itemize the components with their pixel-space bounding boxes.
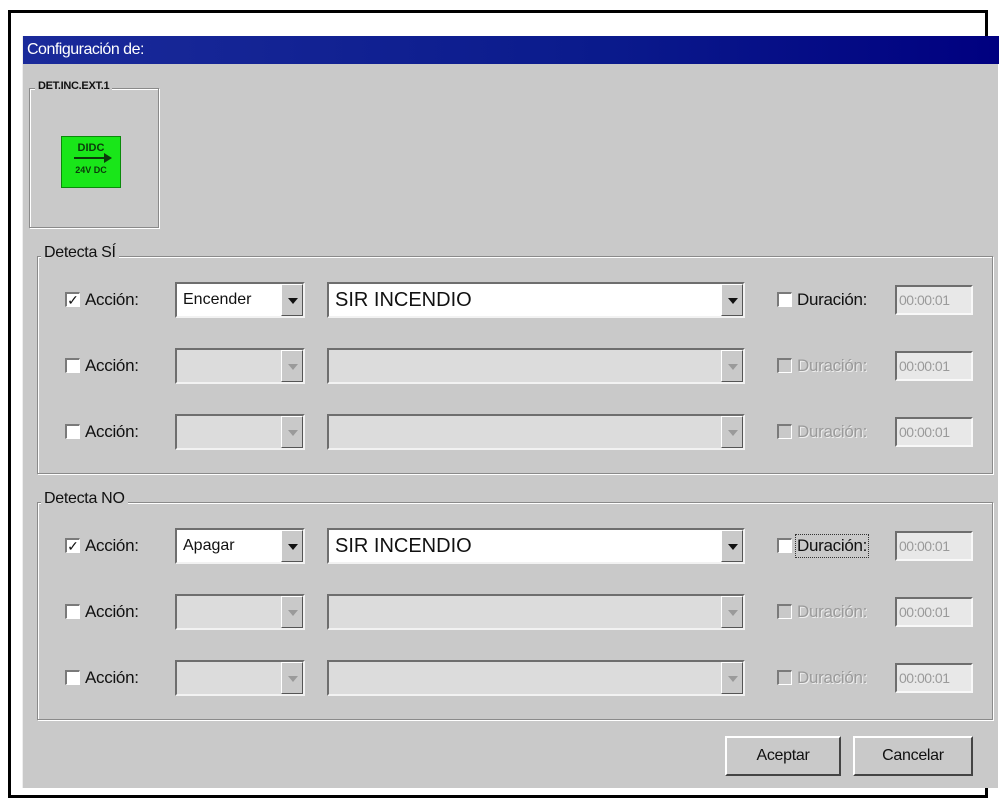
duracion-input[interactable]: 00:00:01 <box>895 597 973 627</box>
action-enable-checkbox[interactable]: ✓ <box>65 292 80 307</box>
duracion-label: Duración: <box>797 668 868 687</box>
action-type-select[interactable] <box>175 660 305 696</box>
chevron-down-icon <box>288 430 298 436</box>
action-type-dropdown-button[interactable] <box>281 284 303 316</box>
dialog-title: Configuración de: <box>23 36 999 64</box>
chevron-down-icon <box>288 610 298 616</box>
device-group-label: DET.INC.EXT.1 <box>35 80 113 92</box>
action-type-value: Encender <box>183 291 252 308</box>
action-type-select[interactable] <box>175 348 305 384</box>
action-type-select[interactable]: Apagar <box>175 528 305 564</box>
chevron-down-icon <box>288 364 298 370</box>
duracion-checkbox[interactable] <box>777 670 792 685</box>
action-target-select[interactable] <box>327 594 745 630</box>
action-type-dropdown-button[interactable] <box>281 530 303 562</box>
duracion-input[interactable]: 00:00:01 <box>895 351 973 381</box>
device-icon-bottom-label: 24V DC <box>75 165 107 175</box>
action-label: Acción: <box>85 536 139 555</box>
duracion-checkbox[interactable] <box>777 424 792 439</box>
duracion-label: Duración: <box>797 356 868 375</box>
chevron-down-icon <box>728 610 738 616</box>
duracion-checkbox[interactable] <box>777 292 792 307</box>
chevron-down-icon <box>288 298 298 304</box>
duracion-label: Duración: <box>797 422 868 441</box>
action-target-dropdown-button[interactable] <box>721 596 743 628</box>
duracion-input[interactable]: 00:00:01 <box>895 285 973 315</box>
action-enable-checkbox[interactable] <box>65 604 80 619</box>
detecta-no-legend: Detecta NO <box>41 490 128 508</box>
action-type-dropdown-button[interactable] <box>281 416 303 448</box>
action-target-dropdown-button[interactable] <box>721 284 743 316</box>
action-enable-checkbox[interactable] <box>65 424 80 439</box>
duracion-checkbox[interactable] <box>777 604 792 619</box>
device-arrowhead-icon <box>104 153 112 163</box>
action-target-select[interactable] <box>327 414 745 450</box>
action-label: Acción: <box>85 602 139 621</box>
action-target-dropdown-button[interactable] <box>721 530 743 562</box>
detecta-no-action-row: Acción: Duración: 00:00:01 <box>23 660 999 700</box>
action-target-select[interactable] <box>327 660 745 696</box>
action-target-value: SIR INCENDIO <box>335 289 472 311</box>
cancel-button[interactable]: Cancelar <box>853 736 973 776</box>
action-label: Acción: <box>85 356 139 375</box>
device-arrow-icon <box>74 157 108 159</box>
action-type-select[interactable] <box>175 594 305 630</box>
detecta-si-legend: Detecta SÍ <box>41 244 119 262</box>
action-target-dropdown-button[interactable] <box>721 416 743 448</box>
action-type-dropdown-button[interactable] <box>281 350 303 382</box>
configuration-dialog: Configuración de: DET.INC.EXT.1 DIDC 24V… <box>22 36 999 788</box>
detecta-no-action-row: ✓ Acción: Apagar SIR INCENDIO Duración: 00:00… <box>23 528 999 568</box>
action-enable-checkbox[interactable] <box>65 358 80 373</box>
action-type-dropdown-button[interactable] <box>281 662 303 694</box>
detecta-no-action-row: Acción: Duración: 00:00:01 <box>23 594 999 634</box>
detecta-si-action-row: Acción: Duración: 00:00:01 <box>23 348 999 388</box>
action-enable-checkbox[interactable] <box>65 670 80 685</box>
chevron-down-icon <box>728 676 738 682</box>
chevron-down-icon <box>728 364 738 370</box>
detecta-si-action-row: Acción: Duración: 00:00:01 <box>23 414 999 454</box>
duracion-label: Duración: <box>797 602 868 621</box>
duracion-input[interactable]: 00:00:01 <box>895 531 973 561</box>
action-target-value: SIR INCENDIO <box>335 535 472 557</box>
action-type-value: Apagar <box>183 537 235 554</box>
chevron-down-icon <box>288 544 298 550</box>
duracion-checkbox[interactable] <box>777 358 792 373</box>
action-label: Acción: <box>85 290 139 309</box>
duracion-checkbox[interactable] <box>777 538 792 553</box>
action-target-select[interactable]: SIR INCENDIO <box>327 282 745 318</box>
duracion-input[interactable]: 00:00:01 <box>895 663 973 693</box>
action-type-dropdown-button[interactable] <box>281 596 303 628</box>
action-target-dropdown-button[interactable] <box>721 350 743 382</box>
detector-device-icon[interactable]: DIDC 24V DC <box>61 136 121 188</box>
action-label: Acción: <box>85 668 139 687</box>
chevron-down-icon <box>288 676 298 682</box>
detecta-si-action-row: ✓ Acción: Encender SIR INCENDIO Duración: 00:… <box>23 282 999 322</box>
chevron-down-icon <box>728 430 738 436</box>
duracion-input[interactable]: 00:00:01 <box>895 417 973 447</box>
duracion-label: Duración: <box>797 290 868 309</box>
accept-button[interactable]: Aceptar <box>725 736 841 776</box>
action-enable-checkbox[interactable]: ✓ <box>65 538 80 553</box>
action-type-select[interactable]: Encender <box>175 282 305 318</box>
action-target-select[interactable]: SIR INCENDIO <box>327 528 745 564</box>
chevron-down-icon <box>728 298 738 304</box>
action-label: Acción: <box>85 422 139 441</box>
action-type-select[interactable] <box>175 414 305 450</box>
duracion-label: Duración: <box>794 534 870 558</box>
action-target-dropdown-button[interactable] <box>721 662 743 694</box>
chevron-down-icon <box>728 544 738 550</box>
action-target-select[interactable] <box>327 348 745 384</box>
